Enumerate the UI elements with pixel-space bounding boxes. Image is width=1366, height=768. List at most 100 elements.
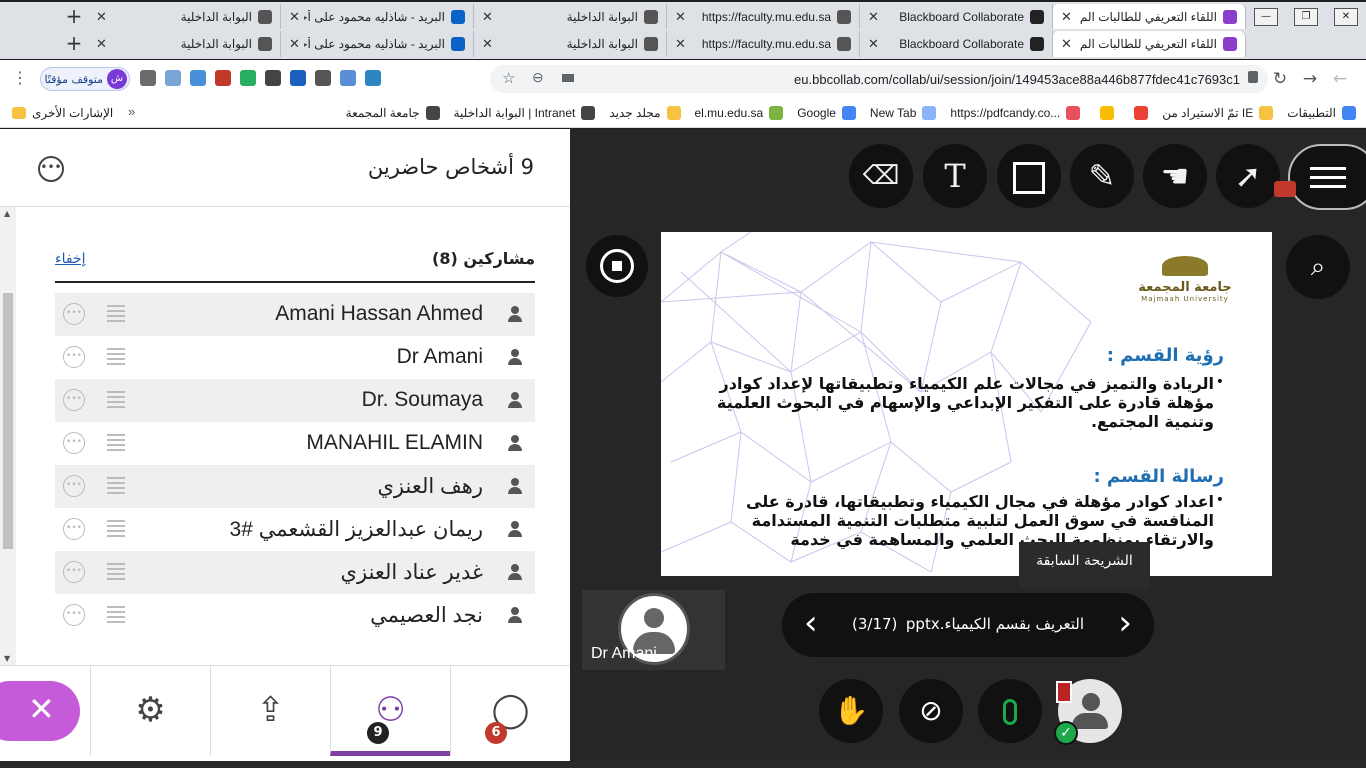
tab-close-icon[interactable]: ✕ <box>482 36 493 52</box>
camera-button[interactable]: ⊘ <box>899 679 963 743</box>
browser-tab[interactable]: البوابة الداخلية ✕ <box>474 4 667 30</box>
extension-icon-4[interactable] <box>240 70 256 86</box>
hide-link[interactable]: إخفاء <box>55 251 85 267</box>
bookmark-item[interactable]: New Tab <box>870 105 937 120</box>
chrome-menu-icon[interactable]: ⋮ <box>12 68 28 87</box>
bookmark-item[interactable]: el.mu.edu.sa <box>695 105 784 120</box>
settings-tab[interactable]: ⚙ <box>90 666 210 756</box>
extension-icon-2[interactable] <box>190 70 206 86</box>
browser-tab[interactable]: https://faculty.mu.edu.sa ✕ <box>667 4 860 30</box>
extension-icon-9[interactable] <box>365 70 381 86</box>
participant-menu-icon[interactable] <box>107 434 125 452</box>
chat-tab[interactable]: ◯ 6 <box>450 666 570 756</box>
extension-icon-3[interactable] <box>215 70 231 86</box>
browser-tab[interactable]: البريد - شاذليه محمود على أحمد ✕ <box>281 31 474 57</box>
bookmark-item[interactable]: مجلد جديد <box>609 105 681 120</box>
extension-icon-7[interactable] <box>315 70 331 86</box>
participant-options-icon[interactable]: ••• <box>63 475 85 497</box>
participant-menu-icon[interactable] <box>107 563 125 581</box>
tab-close-icon[interactable]: ✕ <box>289 9 300 25</box>
participant-menu-icon[interactable] <box>107 520 125 538</box>
previous-slide-icon[interactable]: › <box>1118 603 1132 643</box>
participants-tab[interactable]: ⚇ 9 <box>330 666 450 756</box>
more-options-icon[interactable]: ••• <box>38 156 64 182</box>
forward-icon[interactable]: ← <box>1326 69 1354 89</box>
participant-row[interactable]: ••• نجد العصيمي <box>55 594 535 637</box>
bookmark-item[interactable]: Google <box>797 105 856 120</box>
browser-tab[interactable]: Blackboard Collaborate ✕ <box>860 31 1053 57</box>
participant-row[interactable]: ••• Amani Hassan Ahmed <box>55 293 535 336</box>
video-tile[interactable]: Dr Amani <box>582 590 725 670</box>
participant-row[interactable]: ••• ريمان عبدالعزيز القشعمي #3 <box>55 508 535 551</box>
pencil-tool[interactable]: ✎ <box>1070 144 1134 208</box>
bookmark-item[interactable] <box>1128 105 1149 120</box>
participant-row[interactable]: ••• Dr Amani <box>55 336 535 379</box>
maximize-button[interactable]: ❐ <box>1294 8 1318 26</box>
tab-close-icon[interactable]: ✕ <box>96 9 107 25</box>
tab-close-icon[interactable]: ✕ <box>868 9 879 25</box>
participant-menu-icon[interactable] <box>107 391 125 409</box>
tab-close-icon[interactable]: ✕ <box>482 9 493 25</box>
close-window-button[interactable]: ✕ <box>1334 8 1358 26</box>
tab-close-icon[interactable]: ✕ <box>289 36 300 52</box>
browser-tab[interactable]: Blackboard Collaborate ✕ <box>860 4 1053 30</box>
share-content-tab[interactable]: ⇪ <box>210 666 330 756</box>
browser-tab[interactable]: https://faculty.mu.edu.sa ✕ <box>667 31 860 57</box>
bookmark-item[interactable]: تمّ الاستيراد من IE <box>1162 105 1274 120</box>
url-bar[interactable]: ☆ ⊖ eu.bbcollab.com/collab/ui/session/jo… <box>490 65 1268 93</box>
reload-icon[interactable]: ↻ <box>1266 69 1294 89</box>
minimize-button[interactable]: — <box>1254 8 1278 26</box>
bookmark-item[interactable]: جامعة المجمعة <box>346 105 440 120</box>
extension-icon-1[interactable] <box>165 70 181 86</box>
participant-menu-icon[interactable] <box>107 305 125 323</box>
pointer-tool[interactable]: ➚ <box>1216 144 1280 208</box>
extensions-icon[interactable] <box>140 70 156 86</box>
extension-icon-5[interactable] <box>265 70 281 86</box>
eraser-tool[interactable]: ⌫ <box>849 144 913 208</box>
participant-menu-icon[interactable] <box>107 477 125 495</box>
bookmark-star-icon[interactable]: ☆ <box>502 69 515 87</box>
tab-close-icon[interactable]: ✕ <box>675 9 686 25</box>
profile-button[interactable]: متوقف مؤقتًا ش <box>40 67 130 91</box>
tab-close-icon[interactable]: ✕ <box>96 36 107 52</box>
extension-icon-8[interactable] <box>340 70 356 86</box>
cast-icon[interactable] <box>562 74 574 82</box>
text-tool[interactable]: T <box>923 144 987 208</box>
new-tab-button[interactable]: + <box>60 4 88 30</box>
chevron-more-icon[interactable]: » <box>128 104 135 119</box>
scrollbar-thumb[interactable] <box>3 293 13 549</box>
participant-options-icon[interactable]: ••• <box>63 561 85 583</box>
participant-options-icon[interactable]: ••• <box>63 518 85 540</box>
browser-tab[interactable]: البوابة الداخلية ✕ <box>88 31 281 57</box>
bookmark-item[interactable]: https://pdfcandy.co... <box>950 105 1081 120</box>
other-bookmarks[interactable]: الإشارات الأخرى <box>12 106 113 120</box>
scroll-up-icon[interactable]: ▲ <box>4 209 10 218</box>
scroll-down-icon[interactable]: ▼ <box>4 654 10 663</box>
close-panel-button[interactable]: ✕ <box>0 681 80 741</box>
raise-hand-button[interactable]: ✋ <box>819 679 883 743</box>
zoom-icon[interactable]: ⊖ <box>532 69 544 86</box>
participant-options-icon[interactable]: ••• <box>63 432 85 454</box>
participant-row[interactable]: ••• MANAHIL ELAMIN <box>55 422 535 465</box>
participant-row[interactable]: ••• رهف العنزي <box>55 465 535 508</box>
participant-menu-icon[interactable] <box>107 348 125 366</box>
shape-tool[interactable] <box>997 144 1061 208</box>
participant-options-icon[interactable]: ••• <box>63 389 85 411</box>
extension-icon-6[interactable] <box>290 70 306 86</box>
participant-row[interactable]: ••• Dr. Soumaya <box>55 379 535 422</box>
browser-tab[interactable]: البوابة الداخلية ✕ <box>474 31 667 57</box>
session-menu-button[interactable] <box>1288 144 1366 210</box>
back-icon[interactable]: → <box>1296 69 1324 89</box>
tab-close-icon[interactable]: ✕ <box>1061 9 1072 25</box>
new-tab-button[interactable]: + <box>60 31 88 57</box>
bookmark-item[interactable]: البوابة الداخلية | Intranet <box>454 105 596 120</box>
stop-sharing-button[interactable] <box>586 235 648 297</box>
participant-row[interactable]: ••• غدير عناد العنزي <box>55 551 535 594</box>
microphone-button[interactable] <box>978 679 1042 743</box>
participant-options-icon[interactable]: ••• <box>63 303 85 325</box>
browser-tab[interactable]: اللقاء التعريفي للطالبات الم ✕ <box>1053 4 1246 30</box>
bookmark-item[interactable] <box>1094 105 1115 120</box>
next-slide-icon[interactable]: ‹ <box>804 603 818 643</box>
participant-options-icon[interactable]: ••• <box>63 346 85 368</box>
pan-tool[interactable]: ☚ <box>1143 144 1207 208</box>
